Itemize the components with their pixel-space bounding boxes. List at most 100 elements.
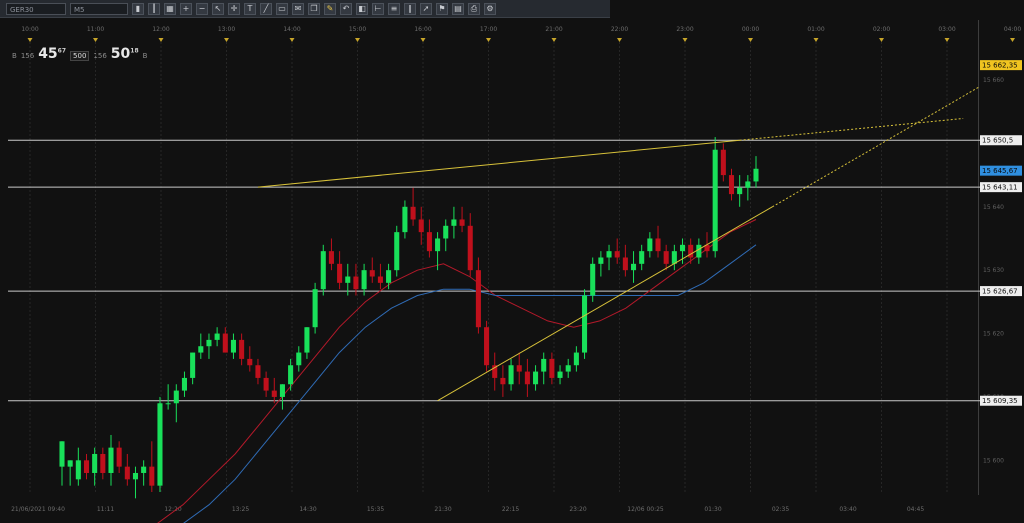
candle-body xyxy=(647,238,653,252)
candle-body xyxy=(296,352,302,366)
candle-body xyxy=(92,453,98,473)
candle-body xyxy=(304,327,310,353)
bottom-time-label: 21:30 xyxy=(434,506,451,513)
trendline-extension xyxy=(772,86,980,208)
candle-body xyxy=(157,403,163,486)
candle-body xyxy=(443,225,449,239)
candle-body xyxy=(173,390,179,404)
candle-body xyxy=(190,352,196,378)
candle-body xyxy=(116,447,122,467)
candle-body xyxy=(75,460,81,480)
top-time-label: 21:00 xyxy=(545,26,562,33)
candle-body xyxy=(614,251,620,258)
candle-body xyxy=(386,270,392,283)
candle-body xyxy=(165,403,171,405)
price-level-label: 15 609,35 xyxy=(982,397,1018,405)
session-marker-icon xyxy=(1010,38,1015,42)
candle-body xyxy=(230,339,236,353)
candle-body xyxy=(516,365,522,372)
candle-body xyxy=(500,377,506,385)
top-time-label: 15:00 xyxy=(349,26,366,33)
candle-body xyxy=(288,365,294,385)
candle-body xyxy=(206,339,212,347)
candle-body xyxy=(745,181,751,188)
projected-price-label: 15 662,35 xyxy=(982,62,1018,70)
bottom-time-label: 03:40 xyxy=(839,506,856,513)
bottom-time-label: 23:20 xyxy=(569,506,586,513)
y-tick-label: 15 660 xyxy=(983,77,1004,84)
candle-body xyxy=(59,441,65,467)
candle-body xyxy=(712,149,718,252)
y-tick-label: 15 620 xyxy=(983,331,1004,338)
bottom-time-label: 04:45 xyxy=(907,506,924,513)
bottom-time-label: 02:35 xyxy=(772,506,789,513)
candle-body xyxy=(328,251,334,264)
candle-body xyxy=(141,466,147,473)
candle-body xyxy=(418,219,424,233)
candle-body xyxy=(345,276,351,283)
price-level-label: 15 643,11 xyxy=(982,184,1018,192)
candle-body xyxy=(541,358,547,372)
session-marker-icon xyxy=(27,38,33,42)
trendline xyxy=(257,139,740,188)
session-marker-icon xyxy=(158,38,164,42)
candle-body xyxy=(124,466,130,480)
price-level-label: 15 650,5 xyxy=(982,137,1013,145)
top-time-label: 03:00 xyxy=(938,26,955,33)
candle-body xyxy=(271,390,277,397)
candle-body xyxy=(108,447,114,473)
session-marker-icon xyxy=(551,38,557,42)
candle-body xyxy=(369,270,375,277)
candle-body xyxy=(83,460,90,473)
trendline-extension xyxy=(739,117,964,141)
candle-body xyxy=(247,358,253,366)
price-chart[interactable]: 10:00 11:00 12:00 13:00 14:00 15:00 16:00 17:00… xyxy=(0,0,1024,523)
session-marker-icon xyxy=(813,38,819,42)
candle-body xyxy=(753,168,759,182)
candle-body xyxy=(630,263,637,271)
top-time-label: 22:00 xyxy=(611,26,628,33)
bottom-time-label: 14:30 xyxy=(299,506,316,513)
y-tick-label: 15 640 xyxy=(983,204,1004,211)
candle-body xyxy=(239,339,245,359)
candle-body xyxy=(67,460,73,467)
candle-body xyxy=(573,352,579,366)
top-time-label: 12:00 xyxy=(152,26,169,33)
candle-body xyxy=(394,232,400,271)
candle-body xyxy=(679,244,686,252)
price-level-label: 15 626,67 xyxy=(982,288,1018,296)
candle-body xyxy=(459,219,465,226)
bottom-time-label: 12/06 00:25 xyxy=(627,506,664,513)
candle-body xyxy=(320,251,326,290)
top-time-label: 11:00 xyxy=(87,26,104,33)
candle-body xyxy=(222,333,228,353)
candle-body xyxy=(720,149,726,176)
session-marker-icon xyxy=(617,38,622,42)
top-time-label: 02:00 xyxy=(873,26,890,33)
session-marker-icon xyxy=(748,38,753,42)
candle-body xyxy=(181,377,188,391)
candle-body xyxy=(353,276,359,290)
candle-body xyxy=(435,238,441,252)
top-time-label: 23:00 xyxy=(676,26,693,33)
candle-body xyxy=(100,453,106,473)
bottom-time-label: 22:15 xyxy=(502,506,519,513)
candle-body xyxy=(198,346,204,353)
candle-body xyxy=(410,206,416,220)
top-time-label: 10:00 xyxy=(21,26,38,33)
candle-body xyxy=(402,206,408,233)
top-time-label: 01:00 xyxy=(807,26,824,33)
candle-body xyxy=(377,276,383,283)
candle-body xyxy=(312,289,318,328)
candle-body xyxy=(533,371,539,385)
candle-body xyxy=(337,263,343,283)
candle-body xyxy=(475,270,481,328)
candle-body xyxy=(484,327,490,366)
session-marker-icon xyxy=(355,38,360,42)
candle-body xyxy=(524,371,530,385)
session-marker-icon xyxy=(944,38,950,42)
candle-body xyxy=(728,175,735,195)
top-time-label: 00:00 xyxy=(742,26,759,33)
candle-body xyxy=(361,270,367,290)
candle-body xyxy=(696,244,702,258)
